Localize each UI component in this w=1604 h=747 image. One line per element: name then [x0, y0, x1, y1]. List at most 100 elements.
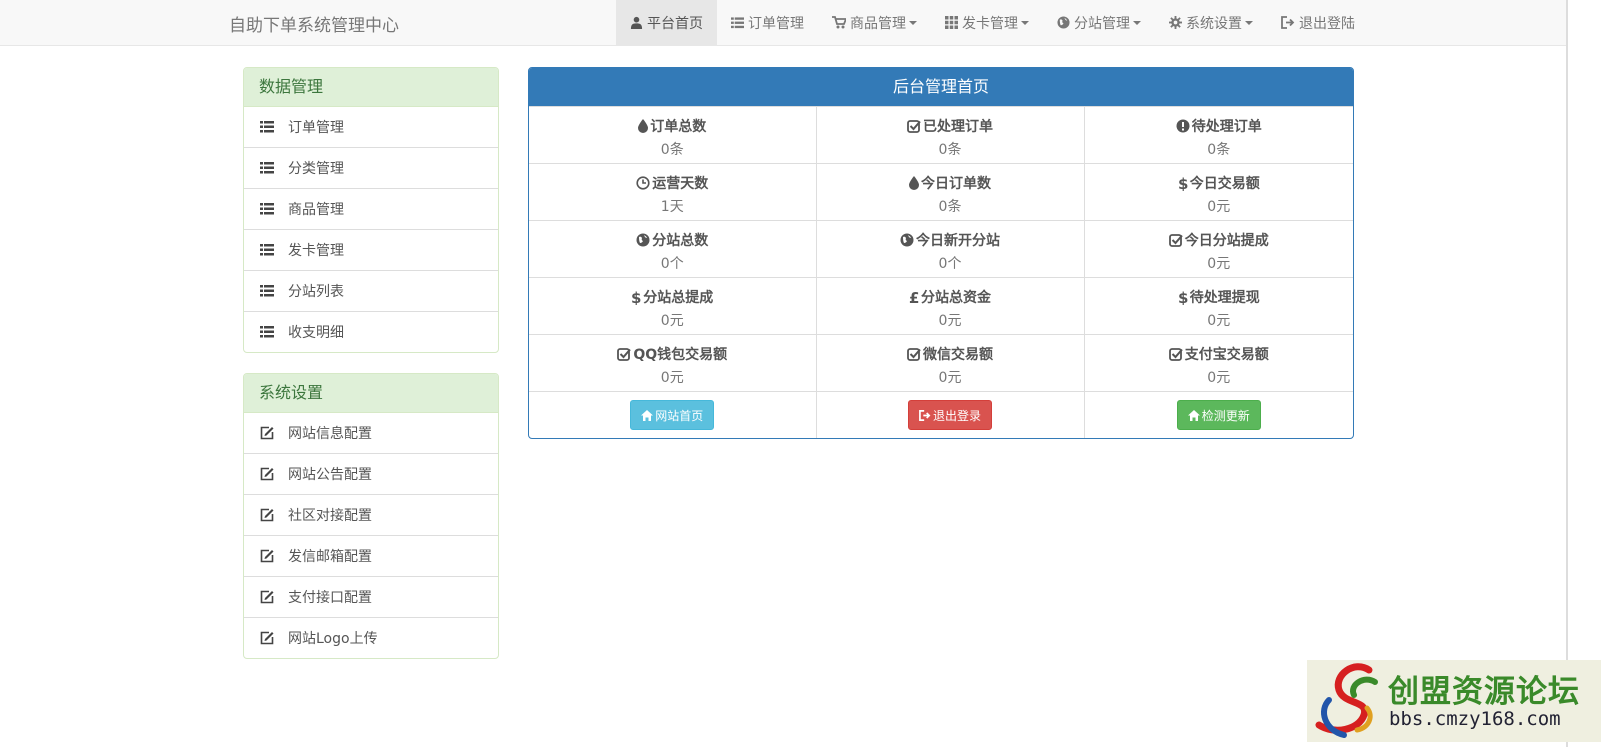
- check-icon: [1168, 233, 1183, 247]
- stat-cell: 微信交易额 0元: [815, 334, 1084, 392]
- logout-icon: [919, 409, 931, 421]
- stat-label: QQ钱包交易额: [633, 347, 728, 363]
- stat-cell: 今日分站提成 0元: [1083, 220, 1353, 278]
- stat-cell: QQ钱包交易额 0元: [529, 334, 816, 392]
- sidebar-settings-item[interactable]: 网站Logo上传: [244, 618, 498, 658]
- brand-title[interactable]: 自助下单系统管理中心: [229, 11, 399, 36]
- stat-label: 分站总资金: [921, 290, 991, 306]
- sidebar-settings-item[interactable]: 支付接口配置: [244, 577, 498, 618]
- nav-label: 分站管理: [1074, 15, 1130, 32]
- sidebar-data-item-label: 商品管理: [288, 202, 344, 218]
- home-icon: [641, 409, 654, 421]
- logout-button[interactable]: 退出登录: [907, 400, 992, 430]
- sidebar-data-item[interactable]: 订单管理: [244, 107, 498, 148]
- stat-label: 已处理订单: [923, 119, 993, 135]
- sidebar-data-item-label: 收支明细: [288, 325, 344, 341]
- nav-orders[interactable]: 订单管理: [717, 0, 818, 45]
- clock-icon: [636, 176, 650, 190]
- sidebar-settings-item[interactable]: 发信邮箱配置: [244, 536, 498, 577]
- edit-icon: [260, 467, 288, 481]
- sidebar-settings-item[interactable]: 网站信息配置: [244, 413, 498, 454]
- dollar-icon: $: [631, 290, 641, 305]
- stat-label: 待处理订单: [1191, 119, 1262, 135]
- globe-icon: [900, 233, 914, 247]
- stat-cell: 今日订单数 0条: [815, 163, 1084, 221]
- sidebar-data-item[interactable]: 分站列表: [244, 271, 498, 312]
- edit-icon: [260, 508, 288, 522]
- sidebar-settings-item-label: 网站信息配置: [288, 426, 372, 442]
- drop-icon: [638, 119, 649, 133]
- globe-icon: [1057, 16, 1070, 29]
- stat-value: 0条: [660, 142, 684, 158]
- stats-table: 订单总数 0条 已处理订单 0条 待处理订单 0条 运营天数 1天 今日订单数 0条 $ 今日交易额 0…: [529, 106, 1353, 438]
- dollar-icon: $: [1178, 176, 1188, 191]
- stats-row: $ 分站总提成 0元 £ 分站总资金 0元 $ 待处理提现 0元: [529, 277, 1353, 335]
- stat-label: 订单总数: [650, 119, 707, 135]
- sidebar-data-item-label: 分类管理: [288, 161, 344, 177]
- stat-label: 微信交易额: [923, 347, 993, 363]
- globe-icon: [636, 233, 650, 247]
- nav-products-dropdown[interactable]: 商品管理: [818, 0, 931, 45]
- website-home-button[interactable]: 网站首页: [630, 400, 715, 430]
- nav-settings-dropdown[interactable]: 系统设置: [1155, 0, 1267, 45]
- nav-logout[interactable]: 退出登陆: [1267, 0, 1369, 45]
- stat-label: 分站总提成: [643, 290, 714, 306]
- stat-value: 0元: [938, 313, 962, 329]
- panel-title: 系统设置: [244, 374, 498, 413]
- panel-title: 数据管理: [244, 68, 498, 107]
- sidebar-data-item[interactable]: 分类管理: [244, 148, 498, 189]
- nav-label: 退出登陆: [1299, 15, 1355, 32]
- stat-value: 0元: [1207, 256, 1231, 272]
- main-nav: 平台首页 订单管理 商品管理 发卡管理 分站管理 系统设置 退出登陆: [616, 0, 1369, 45]
- edit-icon: [260, 426, 288, 440]
- stats-row: QQ钱包交易额 0元 微信交易额 0元 支付宝交易额 0元: [529, 334, 1353, 392]
- stat-cell: 支付宝交易额 0元: [1083, 334, 1353, 392]
- sidebar-data-item-label: 订单管理: [288, 120, 344, 136]
- dashboard-title: 后台管理首页: [529, 68, 1353, 106]
- gear-icon: [1169, 16, 1182, 29]
- sidebar-data-item[interactable]: 商品管理: [244, 189, 498, 230]
- chevron-down-icon: [1021, 20, 1029, 25]
- sidebar-data-item[interactable]: 发卡管理: [244, 230, 498, 271]
- list-icon: [260, 121, 288, 133]
- sidebar-settings-item-label: 支付接口配置: [288, 590, 372, 606]
- user-icon: [630, 16, 643, 29]
- home-icon: [1187, 409, 1200, 421]
- sidebar-data-item[interactable]: 收支明细: [244, 312, 498, 352]
- scrollbar[interactable]: [1566, 0, 1604, 747]
- chevron-down-icon: [1133, 20, 1141, 25]
- watermark-swirl-icon: [1315, 663, 1378, 738]
- check-icon: [1168, 347, 1183, 361]
- stat-cell: 待处理订单 0条: [1083, 106, 1353, 164]
- svg-text:$: $: [1178, 176, 1188, 191]
- stat-cell: 分站总数 0个: [529, 220, 816, 278]
- sidebar-settings-item[interactable]: 网站公告配置: [244, 454, 498, 495]
- stat-value: 0条: [938, 142, 962, 158]
- nav-label: 系统设置: [1186, 15, 1242, 32]
- sidebar-data-item-label: 分站列表: [288, 284, 344, 300]
- stat-value: 0元: [660, 370, 684, 386]
- stat-label: 支付宝交易额: [1184, 347, 1269, 363]
- nav-label: 订单管理: [748, 15, 804, 32]
- watermark-name: 创盟资源论坛: [1388, 674, 1580, 710]
- nav-platform-home[interactable]: 平台首页: [616, 0, 717, 45]
- check-update-button[interactable]: 检测更新: [1176, 400, 1261, 430]
- chevron-down-icon: [909, 20, 917, 25]
- nav-label: 平台首页: [647, 15, 703, 32]
- cart-icon: [832, 16, 846, 29]
- nav-cards-dropdown[interactable]: 发卡管理: [931, 0, 1043, 45]
- nav-substations-dropdown[interactable]: 分站管理: [1043, 0, 1155, 45]
- stat-label: 今日分站提成: [1184, 233, 1269, 249]
- stats-row: 运营天数 1天 今日订单数 0条 $ 今日交易额 0元: [529, 163, 1353, 221]
- drop-icon: [909, 176, 919, 190]
- edit-icon: [260, 549, 288, 563]
- edit-icon: [260, 631, 288, 645]
- stat-label: 分站总数: [652, 233, 709, 249]
- info-icon: [1176, 119, 1190, 133]
- svg-text:$: $: [1178, 290, 1188, 305]
- dashboard-panel: 后台管理首页 订单总数 0条 已处理订单 0条 待处理订单 0条 运营天数 1天 今日订单数 0条…: [528, 67, 1354, 439]
- list-icon: [260, 326, 288, 338]
- stats-row: 分站总数 0个 今日新开分站 0个 今日分站提成 0元: [529, 220, 1353, 278]
- sidebar-settings-item[interactable]: 社区对接配置: [244, 495, 498, 536]
- system-settings-panel: 系统设置 网站信息配置网站公告配置 社区对接配置 发信邮箱配置支付接口配置网站Log…: [243, 373, 499, 659]
